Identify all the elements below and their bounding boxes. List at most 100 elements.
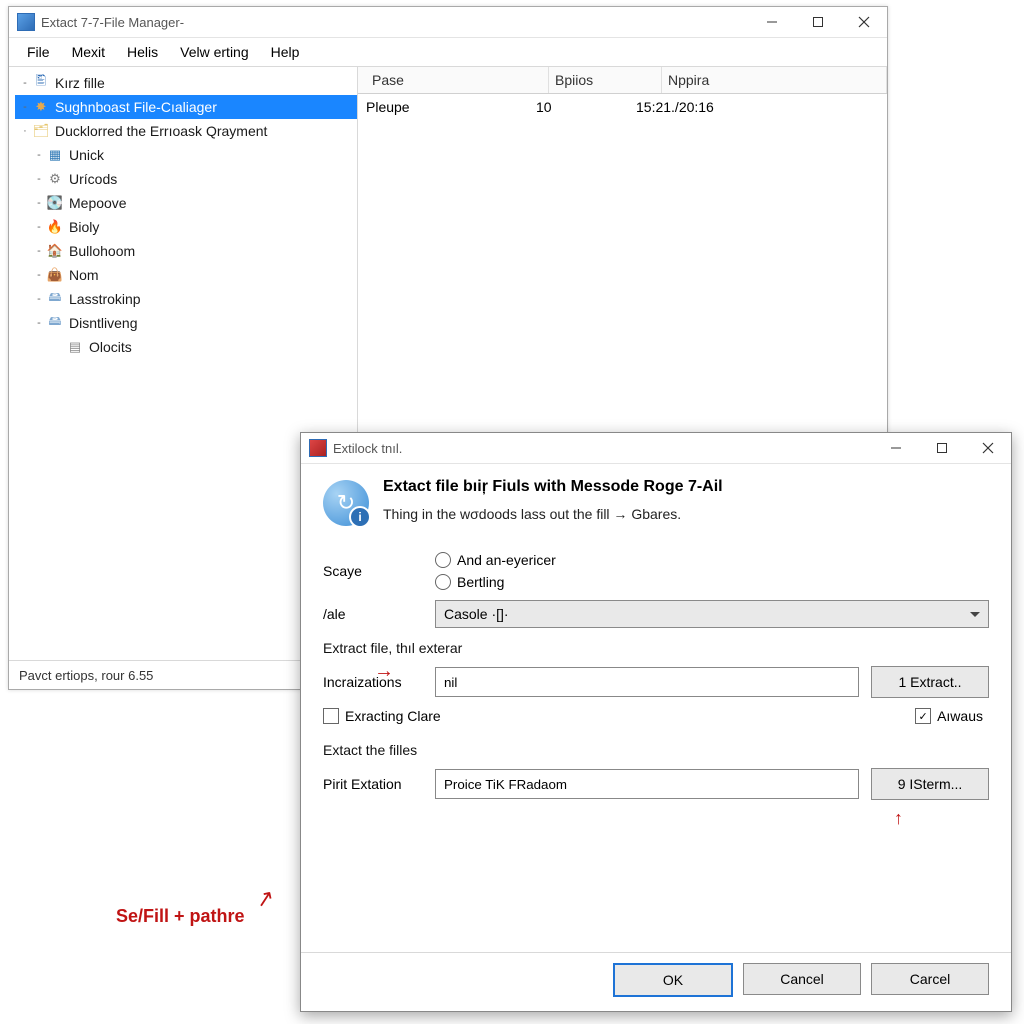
tree-item[interactable]: -🖺 Kırz fille bbox=[15, 71, 357, 95]
menu-velw-erting[interactable]: Velw erting bbox=[170, 40, 258, 64]
list-header: PaseBpiiosNppira bbox=[358, 67, 887, 94]
expand-toggle[interactable]: - bbox=[33, 245, 45, 257]
scope-option[interactable]: And an-eyericer bbox=[435, 552, 556, 568]
tree-item-label: Mepoove bbox=[69, 195, 127, 211]
status-text: Pavct ertiops, rour 6.55 bbox=[19, 668, 153, 683]
gear-icon: ⚙ bbox=[47, 171, 63, 187]
scope-row: Scaye And an-eyericerBertling bbox=[323, 552, 989, 590]
bag-icon: 👜 bbox=[47, 267, 63, 283]
flame-icon: 🔥 bbox=[47, 219, 63, 235]
tree-item[interactable]: -🖴Disntliveng bbox=[15, 311, 357, 335]
extract-dialog: Extilock tnıl. ↻ Extact file bıiŗ Fiuls … bbox=[300, 432, 1012, 1012]
tree-item-label: Ducklorred the Errıoask Qrayment bbox=[55, 123, 267, 139]
dialog-app-icon bbox=[309, 439, 327, 457]
tree-item[interactable]: -🏠Bullohoom bbox=[15, 239, 357, 263]
folder-tree: -🖺Kırz fille-✸Sughnboast File-Cıaliager·… bbox=[15, 71, 357, 359]
column-header[interactable]: Pase bbox=[366, 67, 549, 93]
sale-row: /ale Casole ·[]· bbox=[323, 600, 989, 628]
drive-icon: 🖴 bbox=[47, 291, 63, 307]
tree-item-label: Kırz fille bbox=[55, 75, 105, 91]
expand-toggle[interactable]: · bbox=[19, 125, 31, 137]
list-cell: 10 bbox=[536, 99, 636, 115]
minimize-button[interactable] bbox=[749, 7, 795, 37]
incraizations-input[interactable] bbox=[435, 667, 859, 697]
expand-toggle[interactable]: - bbox=[33, 173, 45, 185]
minimize-icon bbox=[766, 16, 778, 28]
destination-input[interactable] bbox=[435, 769, 859, 799]
scope-option[interactable]: Bertling bbox=[435, 574, 556, 590]
sale-combo[interactable]: Casole ·[]· bbox=[435, 600, 989, 628]
tree-item[interactable]: -🔥 Bioly bbox=[15, 215, 357, 239]
tree-item[interactable]: -✸Sughnboast File-Cıaliager bbox=[15, 95, 357, 119]
cancel2-button[interactable]: Carcel bbox=[871, 963, 989, 995]
info-icon: ↻ bbox=[323, 480, 369, 526]
ok-button[interactable]: OK bbox=[613, 963, 733, 997]
list-cell: 15:21./20:16 bbox=[636, 99, 887, 115]
dialog-header: ↻ Extact file bıiŗ Fiuls with Messode Ro… bbox=[323, 478, 989, 526]
expand-toggle[interactable]: - bbox=[33, 197, 45, 209]
destination-row: Pirit Extation 9 ISterm... bbox=[323, 768, 989, 800]
tree-item[interactable]: -💽Mepoove bbox=[15, 191, 357, 215]
close-icon bbox=[982, 442, 994, 454]
menu-help[interactable]: Help bbox=[261, 40, 310, 64]
dialog-titlebar: Extilock tnıl. bbox=[301, 433, 1011, 464]
close-button[interactable] bbox=[841, 7, 887, 37]
menu-helis[interactable]: Helis bbox=[117, 40, 168, 64]
extract-button[interactable]: 1 Extract.. bbox=[871, 666, 989, 698]
folder-icon: 🗂 bbox=[33, 123, 49, 139]
annotation-curve bbox=[253, 884, 276, 913]
close-icon bbox=[858, 16, 870, 28]
expand-toggle[interactable]: - bbox=[19, 101, 31, 113]
expand-toggle[interactable]: - bbox=[33, 149, 45, 161]
column-header[interactable]: Nppira bbox=[662, 67, 887, 93]
expand-toggle[interactable]: - bbox=[33, 317, 45, 329]
list-cell: Pleupe bbox=[366, 99, 536, 115]
file-icon: 🖺 bbox=[33, 75, 49, 91]
maximize-icon bbox=[812, 16, 824, 28]
annotation-arrow-up bbox=[894, 808, 903, 829]
tree-item[interactable]: -▦Unick bbox=[15, 143, 357, 167]
extracting-clare-label: Exracting Clare bbox=[345, 708, 441, 724]
tree-item[interactable]: ·🗂 Ducklorred the Errıoask Qrayment bbox=[15, 119, 357, 143]
tree-item[interactable]: -⚙ Urícods bbox=[15, 167, 357, 191]
dialog-minimize-button[interactable] bbox=[873, 433, 919, 463]
tree-item-label: Nom bbox=[69, 267, 99, 283]
tree-item-label: Urícods bbox=[69, 171, 117, 187]
tree-item[interactable]: ▤ Olocits bbox=[15, 335, 357, 359]
dialog-heading: Extact file bıiŗ Fiuls with Messode Roge… bbox=[383, 478, 989, 496]
main-titlebar: Extact 7-7-File Manager- bbox=[9, 7, 887, 38]
expand-toggle[interactable]: - bbox=[33, 269, 45, 281]
dialog-maximize-button[interactable] bbox=[919, 433, 965, 463]
grey-icon: ▤ bbox=[67, 339, 83, 355]
checkbox-empty-icon bbox=[323, 708, 339, 724]
scope-radios: And an-eyericer Bertling bbox=[435, 552, 556, 590]
expand-toggle[interactable]: - bbox=[33, 221, 45, 233]
dialog-close-button[interactable] bbox=[965, 433, 1011, 463]
tree-item-label: Olocits bbox=[89, 339, 132, 355]
menu-file[interactable]: File bbox=[17, 40, 60, 64]
isterm-button[interactable]: 9 ISterm... bbox=[871, 768, 989, 800]
dialog-body: ↻ Extact file bıiŗ Fiuls with Messode Ro… bbox=[301, 464, 1011, 952]
annotation-arrow-1 bbox=[374, 660, 394, 683]
expand-toggle[interactable]: - bbox=[19, 77, 31, 89]
app-icon bbox=[17, 13, 35, 31]
menu-mexit[interactable]: Mexit bbox=[62, 40, 115, 64]
dialog-title: Extilock tnıl. bbox=[333, 441, 402, 456]
tree-item[interactable]: -🖴Lasstrokinp bbox=[15, 287, 357, 311]
list-row[interactable]: Pleupe1015:21./20:16 bbox=[358, 94, 887, 120]
tree-item-label: Bioly bbox=[69, 219, 99, 235]
incraizations-label: Incraizations bbox=[323, 674, 423, 690]
maximize-button[interactable] bbox=[795, 7, 841, 37]
annotation-text: Se/Fill + pathre bbox=[116, 906, 245, 927]
extracting-clare-check[interactable]: Exracting Clare bbox=[323, 708, 441, 724]
tree-item[interactable]: -👜 Nom bbox=[15, 263, 357, 287]
section-extract-file: Extract file, thıl exterar bbox=[323, 640, 989, 656]
column-header[interactable]: Bpiios bbox=[549, 67, 662, 93]
expand-toggle[interactable]: - bbox=[33, 293, 45, 305]
cancel-button[interactable]: Cancel bbox=[743, 963, 861, 995]
checkbox-checked-icon: ✓ bbox=[915, 708, 931, 724]
radio-icon bbox=[435, 574, 451, 590]
drive-icon: 🖴 bbox=[47, 315, 63, 331]
dialog-subheading: Thing in the wσdoods lass out the fill →… bbox=[383, 506, 989, 522]
always-check[interactable]: ✓ Aıwaus bbox=[915, 708, 983, 724]
